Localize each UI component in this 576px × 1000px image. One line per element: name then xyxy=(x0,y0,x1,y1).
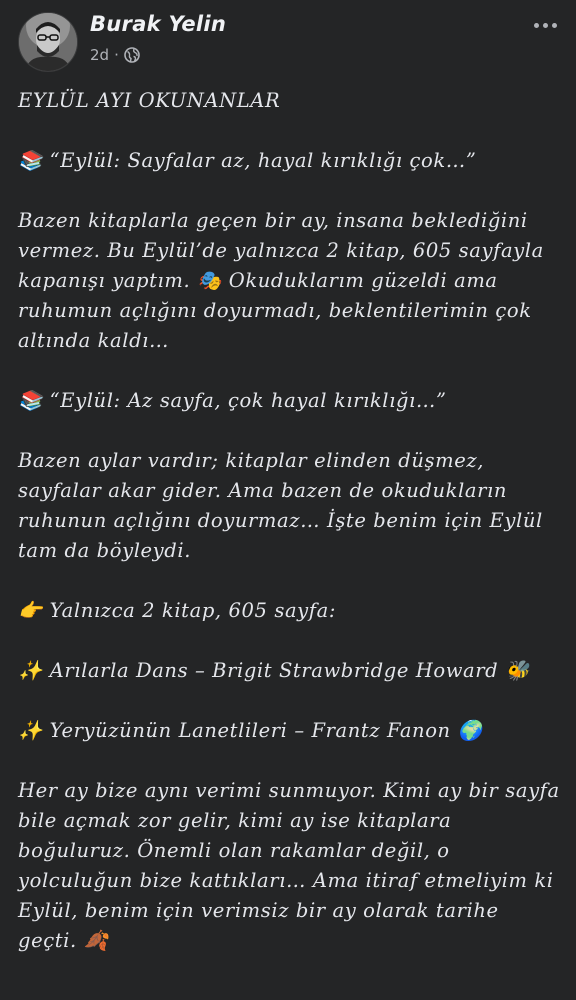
more-options-icon xyxy=(533,22,539,28)
meta-separator: · xyxy=(114,46,119,64)
avatar-photo-icon xyxy=(19,13,77,71)
post-paragraph: Her ay bize aynı verimi sunmuyor. Kimi a… xyxy=(18,779,567,952)
avatar[interactable] xyxy=(18,12,78,72)
post-meta: 2d · xyxy=(90,46,140,64)
post-paragraph: Bazen kitaplarla geçen bir ay, insana be… xyxy=(18,209,551,352)
post-paragraph: 📚 “Eylül: Az sayfa, çok hayal kırıklığı…… xyxy=(18,389,447,412)
post-body: EYLÜL AYI OKUNANLAR 📚 “Eylül: Sayfalar a… xyxy=(18,86,563,956)
post-header: Burak Yelin 2d · xyxy=(0,0,576,80)
globe-icon[interactable] xyxy=(124,47,140,63)
post-paragraph: 👉 Yalnızca 2 kitap, 605 sayfa: xyxy=(18,599,336,622)
author-name[interactable]: Burak Yelin xyxy=(90,12,226,36)
more-options-icon xyxy=(551,22,557,28)
book-item: ✨ Yeryüzünün Lanetlileri – Frantz Fanon … xyxy=(18,719,483,742)
post-paragraph: Bazen aylar vardır; kitaplar elinden düş… xyxy=(18,449,550,562)
more-options-button[interactable] xyxy=(528,12,562,38)
post-heading: EYLÜL AYI OKUNANLAR xyxy=(18,89,281,112)
post-paragraph: 📚 “Eylül: Sayfalar az, hayal kırıklığı ç… xyxy=(18,149,477,172)
book-item: ✨ Arılarla Dans – Brigit Strawbridge How… xyxy=(18,659,530,682)
post-time[interactable]: 2d xyxy=(90,46,109,64)
more-options-icon xyxy=(542,22,548,28)
